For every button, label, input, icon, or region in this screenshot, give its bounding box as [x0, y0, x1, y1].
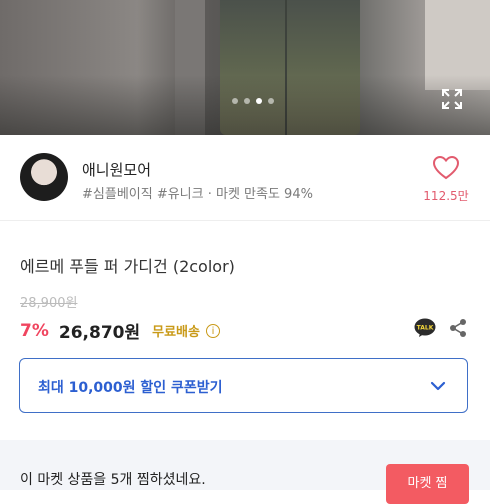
- discount-rate: 7%: [20, 320, 49, 341]
- carousel-dot[interactable]: [268, 98, 274, 104]
- carousel-dot-active[interactable]: [256, 98, 262, 104]
- like-count: 112.5만: [423, 189, 469, 203]
- seller-name[interactable]: 애니원모어: [82, 159, 151, 180]
- price-row: 7% 26,870원 무료배송 i: [20, 318, 220, 343]
- coupon-label: 최대 10,000원 할인 쿠폰받기: [38, 380, 223, 396]
- original-price: 28,900원: [20, 296, 78, 311]
- image-floor-shade: [0, 75, 490, 135]
- zzim-banner: 이 마켓 상품을 5개 찜하셨네요. 마켓 찜: [0, 440, 490, 504]
- info-icon[interactable]: i: [205, 323, 220, 338]
- product-title: 에르메 푸들 퍼 가디건 (2color): [20, 257, 235, 276]
- carousel-indicator: [232, 98, 274, 104]
- carousel-dot[interactable]: [232, 98, 238, 104]
- sale-price: 26,870원: [58, 323, 141, 343]
- product-image-carousel[interactable]: [0, 0, 490, 135]
- zzim-message: 이 마켓 상품을 5개 찜하셨네요.: [20, 472, 206, 488]
- market-zzim-button[interactable]: 마켓 찜: [386, 464, 469, 504]
- heart-icon[interactable]: [433, 156, 459, 180]
- coupon-button[interactable]: 최대 10,000원 할인 쿠폰받기: [19, 358, 468, 413]
- share-icon[interactable]: [448, 318, 468, 338]
- seller-tags: #심플베이직 #유니크 · 마켓 만족도 94%: [82, 187, 313, 202]
- kakaotalk-icon[interactable]: TALK: [414, 318, 436, 338]
- chevron-down-icon: [430, 381, 446, 391]
- free-shipping-label: 무료배송: [152, 325, 200, 340]
- expand-icon[interactable]: [441, 88, 463, 110]
- seller-section: 애니원모어 #심플베이직 #유니크 · 마켓 만족도 94% 112.5만: [0, 135, 490, 221]
- svg-text:TALK: TALK: [417, 325, 434, 332]
- carousel-dot[interactable]: [244, 98, 250, 104]
- seller-avatar[interactable]: [20, 153, 68, 201]
